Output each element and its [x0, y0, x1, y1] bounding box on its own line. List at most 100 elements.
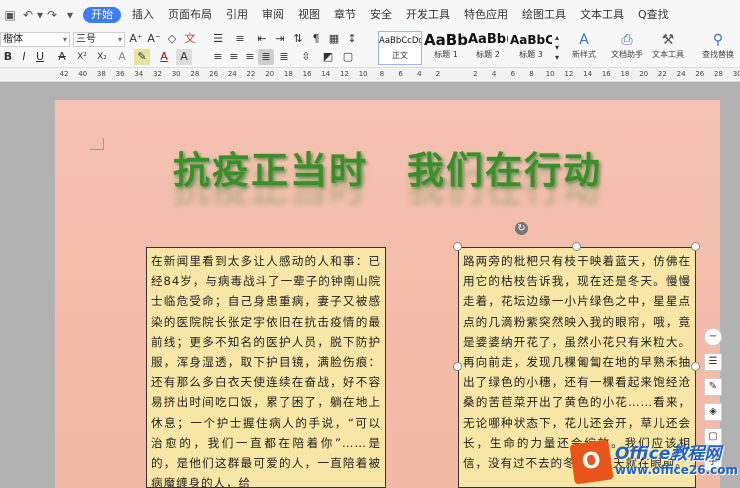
show-marks-icon[interactable]: ¶ [308, 31, 324, 47]
font-color-button[interactable]: A [156, 49, 172, 65]
doc-assistant-label: 文档助手 [611, 50, 643, 59]
tab-review[interactable]: 审阅 [255, 0, 291, 30]
tab-references[interactable]: 引用 [219, 0, 255, 30]
style-heading-2[interactable]: AaBb( 标题 2 [468, 31, 508, 65]
text-box-left[interactable]: 在新闻里看到太多让人感动的人和事：已经84岁，与病毒战斗了一辈子的钟南山院士临危… [146, 247, 386, 488]
align-justify-icon[interactable]: ≣ [258, 49, 274, 65]
bold-button[interactable]: B [0, 49, 16, 65]
text-tools-label: 文本工具 [652, 50, 684, 59]
ruler-tick-label: 18 [620, 70, 630, 78]
find-replace-button[interactable]: ⚲ 查找替换 [698, 31, 738, 65]
font-size-select[interactable]: 三号 ▾ [73, 32, 125, 47]
horizontal-ruler[interactable]: 42 40 38 36 34 32 30 28 26 24 22 20 18 16 14 12 10 8 6 4 2 2 4… [0, 68, 740, 82]
resize-handle[interactable] [691, 362, 700, 371]
border-icon[interactable]: ▢ [340, 49, 356, 65]
undo-dropdown-icon[interactable]: ▾ [35, 4, 45, 26]
styles-scroll-icon[interactable]: ▴ ▾ ▾ [552, 33, 562, 63]
text-tools-button[interactable]: ⚒ 文本工具 [648, 31, 688, 65]
ruler-tick-label: 14 [321, 70, 331, 78]
document-title-wordart[interactable]: 抗疫正当时 我们在行动 [55, 140, 720, 194]
tab-insert[interactable]: 插入 [125, 0, 161, 30]
tab-view[interactable]: 视图 [291, 0, 327, 30]
align-left-icon[interactable]: ≡ [210, 49, 226, 65]
bullet-list-icon[interactable]: ☰ [210, 31, 226, 47]
ruler-tick-label: 8 [379, 70, 385, 78]
layout-options-icon[interactable]: ☰ [704, 353, 722, 371]
text-effect-icon[interactable]: A [114, 49, 130, 65]
document-area: 抗疫正当时 我们在行动 在新闻里看到太多让人感动的人和事：已经84岁，与病毒战斗… [0, 82, 740, 488]
distributed-align-icon[interactable]: ≣ [276, 49, 292, 65]
align-center-icon[interactable]: ≡ [226, 49, 242, 65]
tab-special-apps[interactable]: 特色应用 [457, 0, 515, 30]
tab-page-layout[interactable]: 页面布局 [161, 0, 219, 30]
chevron-down-icon: ▾ [117, 35, 122, 44]
ruler-tick-label: 26 [695, 70, 705, 78]
tab-security[interactable]: 安全 [363, 0, 399, 30]
align-right-icon[interactable]: ≡ [242, 49, 258, 65]
grow-font-button[interactable]: A⁺ [128, 31, 144, 47]
style-normal[interactable]: AaBbCcDd 正文 [378, 31, 422, 65]
style-name: 正文 [392, 51, 408, 60]
phonetic-icon[interactable]: 文 [182, 31, 198, 47]
italic-button[interactable]: I [16, 49, 32, 65]
style-name: 标题 1 [434, 50, 458, 59]
ruler-tick-label: 38 [96, 70, 106, 78]
char-shading-button[interactable]: A [176, 49, 192, 65]
superscript-button[interactable]: X² [74, 49, 90, 65]
strikethrough-button[interactable]: A [54, 49, 70, 65]
ruler-tick-label: 32 [153, 70, 162, 78]
underline-button[interactable]: U [32, 49, 48, 65]
decrease-indent-icon[interactable]: ⇤ [254, 31, 270, 47]
font-size-value: 三号 [76, 34, 96, 45]
redo-icon[interactable]: ↷ [45, 4, 59, 26]
tab-list: 开始 插入 页面布局 引用 审阅 视图 章节 安全 开发工具 特色应用 绘图工具… [79, 0, 676, 30]
ruler-tick-label: 4 [491, 70, 497, 78]
resize-handle[interactable] [453, 362, 462, 371]
clear-format-icon[interactable]: ◇ [164, 31, 180, 47]
tab-text-tools[interactable]: 文本工具 [573, 0, 631, 30]
save-icon[interactable]: ▣ [3, 4, 17, 26]
tab-section[interactable]: 章节 [327, 0, 363, 30]
resize-handle[interactable] [453, 242, 462, 251]
font-name-select[interactable]: 楷体 ▾ [0, 32, 70, 47]
tab-home[interactable]: 开始 [83, 7, 121, 23]
new-style-label: 新样式 [572, 50, 596, 59]
resize-handle[interactable] [572, 242, 581, 251]
shading-icon[interactable]: ◩ [320, 49, 336, 65]
ruler-tick-label: 16 [302, 70, 312, 78]
increase-indent-icon[interactable]: ⇥ [272, 31, 288, 47]
new-style-button[interactable]: A 新样式 [566, 31, 602, 65]
wrench-icon: ⚒ [661, 32, 675, 48]
new-style-icon: A [579, 32, 589, 48]
watermark-url: www.office26.com [614, 463, 738, 477]
tab-drawing-tools[interactable]: 绘图工具 [515, 0, 573, 30]
borders-icon[interactable]: ▦ [326, 31, 342, 47]
fill-icon[interactable]: ◈ [704, 403, 722, 421]
style-heading-1[interactable]: AaBb 标题 1 [424, 31, 468, 65]
numbered-list-icon[interactable]: ≡ [232, 31, 248, 47]
ruler-tick-label: 28 [714, 70, 723, 78]
sort-icon[interactable]: ⇅ [290, 31, 306, 47]
style-heading-3[interactable]: AaBbC( 标题 3 [510, 31, 552, 65]
ruler-tick-label: 20 [639, 70, 649, 78]
collapse-icon[interactable]: − [704, 328, 722, 346]
line-spacing-menu-icon[interactable]: ⇳ [298, 49, 314, 65]
subscript-button[interactable]: X₂ [94, 49, 110, 65]
search-button[interactable]: Q查找 [631, 0, 676, 30]
ruler-tick-label: 8 [529, 70, 534, 78]
search-icon: ⚲ [712, 32, 724, 48]
style-preview: AaBbC( [510, 33, 552, 47]
resize-handle[interactable] [691, 242, 700, 251]
ruler-tick-label: 34 [134, 70, 144, 78]
tab-developer[interactable]: 开发工具 [399, 0, 457, 30]
customize-toolbar-icon[interactable]: ▾ [63, 4, 77, 26]
line-spacing-icon[interactable]: ↕ [344, 31, 360, 47]
highlight-icon[interactable]: ✎ [134, 49, 150, 65]
menu-tab-bar: ▣ ↶ ▾ ↷ ▾ 开始 插入 页面布局 引用 审阅 视图 章节 安全 开发工具… [0, 0, 740, 30]
edit-shape-icon[interactable]: ✎ [704, 378, 722, 396]
undo-icon[interactable]: ↶ [21, 4, 35, 26]
ruler-tick-label: 18 [283, 70, 293, 78]
doc-assistant-button[interactable]: ⎙ 文档助手 [608, 31, 646, 65]
shrink-font-button[interactable]: A⁻ [146, 31, 162, 47]
rotate-handle-icon[interactable]: ↻ [515, 222, 528, 235]
